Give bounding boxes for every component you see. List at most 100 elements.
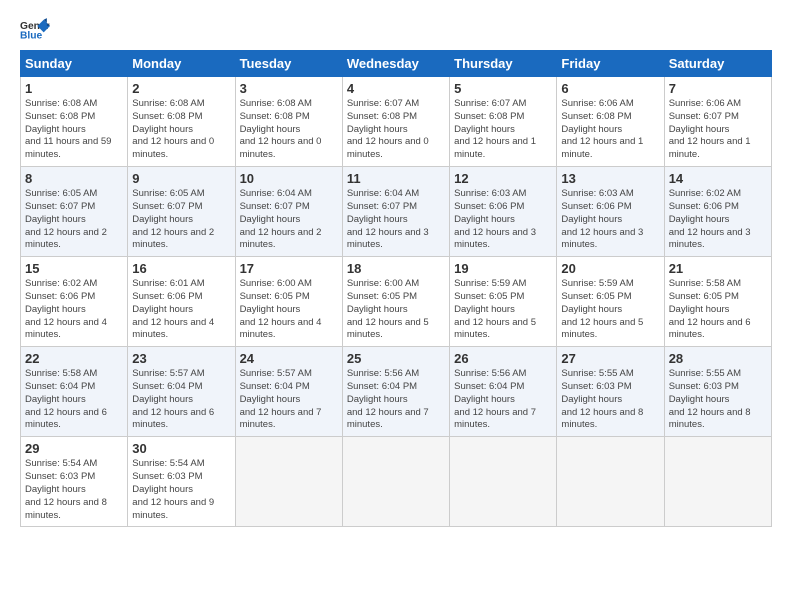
sunset-label: Sunset: 6:07 PM: [240, 201, 310, 212]
calendar-cell: 30 Sunrise: 5:54 AM Sunset: 6:03 PM Dayl…: [128, 437, 235, 527]
sunset-label: Sunset: 6:04 PM: [25, 381, 95, 392]
day-info: Sunrise: 5:54 AM Sunset: 6:03 PM Dayligh…: [132, 458, 230, 522]
day-info: Sunrise: 5:59 AM Sunset: 6:05 PM Dayligh…: [454, 278, 552, 342]
calendar-cell: 15 Sunrise: 6:02 AM Sunset: 6:06 PM Dayl…: [21, 257, 128, 347]
calendar-cell: 18 Sunrise: 6:00 AM Sunset: 6:05 PM Dayl…: [342, 257, 449, 347]
daylight-label: Daylight hours: [132, 214, 193, 225]
day-number: 8: [25, 171, 123, 186]
calendar-cell: 3 Sunrise: 6:08 AM Sunset: 6:08 PM Dayli…: [235, 77, 342, 167]
daylight-label: Daylight hours: [347, 394, 408, 405]
daylight-value: and 12 hours and 3 minutes.: [347, 227, 429, 251]
sunrise-label: Sunrise: 5:55 AM: [669, 368, 741, 379]
calendar-cell: 28 Sunrise: 5:55 AM Sunset: 6:03 PM Dayl…: [664, 347, 771, 437]
calendar-cell: 26 Sunrise: 5:56 AM Sunset: 6:04 PM Dayl…: [450, 347, 557, 437]
day-info: Sunrise: 5:57 AM Sunset: 6:04 PM Dayligh…: [240, 368, 338, 432]
sunset-label: Sunset: 6:06 PM: [561, 201, 631, 212]
sunset-label: Sunset: 6:04 PM: [240, 381, 310, 392]
daylight-label: Daylight hours: [25, 304, 86, 315]
daylight-value: and 12 hours and 5 minutes.: [347, 317, 429, 341]
day-info: Sunrise: 5:58 AM Sunset: 6:04 PM Dayligh…: [25, 368, 123, 432]
sunset-label: Sunset: 6:05 PM: [561, 291, 631, 302]
daylight-label: Daylight hours: [25, 484, 86, 495]
daylight-label: Daylight hours: [669, 304, 730, 315]
day-info: Sunrise: 5:55 AM Sunset: 6:03 PM Dayligh…: [669, 368, 767, 432]
calendar-cell: [557, 437, 664, 527]
sunset-label: Sunset: 6:08 PM: [25, 111, 95, 122]
day-number: 28: [669, 351, 767, 366]
sunset-label: Sunset: 6:08 PM: [561, 111, 631, 122]
sunset-label: Sunset: 6:07 PM: [669, 111, 739, 122]
calendar-cell: 27 Sunrise: 5:55 AM Sunset: 6:03 PM Dayl…: [557, 347, 664, 437]
daylight-value: and 12 hours and 1 minute.: [561, 136, 643, 160]
sunset-label: Sunset: 6:03 PM: [132, 471, 202, 482]
week-row-3: 15 Sunrise: 6:02 AM Sunset: 6:06 PM Dayl…: [21, 257, 772, 347]
sunrise-label: Sunrise: 6:06 AM: [561, 98, 633, 109]
day-number: 12: [454, 171, 552, 186]
calendar-cell: 1 Sunrise: 6:08 AM Sunset: 6:08 PM Dayli…: [21, 77, 128, 167]
sunrise-label: Sunrise: 6:04 AM: [240, 188, 312, 199]
day-info: Sunrise: 6:04 AM Sunset: 6:07 PM Dayligh…: [240, 188, 338, 252]
week-row-4: 22 Sunrise: 5:58 AM Sunset: 6:04 PM Dayl…: [21, 347, 772, 437]
sunset-label: Sunset: 6:07 PM: [347, 201, 417, 212]
weekday-header-tuesday: Tuesday: [235, 51, 342, 77]
calendar-cell: 29 Sunrise: 5:54 AM Sunset: 6:03 PM Dayl…: [21, 437, 128, 527]
sunrise-label: Sunrise: 6:05 AM: [25, 188, 97, 199]
sunset-label: Sunset: 6:08 PM: [347, 111, 417, 122]
calendar-cell: 11 Sunrise: 6:04 AM Sunset: 6:07 PM Dayl…: [342, 167, 449, 257]
day-number: 29: [25, 441, 123, 456]
daylight-label: Daylight hours: [240, 214, 301, 225]
calendar-cell: 10 Sunrise: 6:04 AM Sunset: 6:07 PM Dayl…: [235, 167, 342, 257]
daylight-label: Daylight hours: [347, 214, 408, 225]
day-info: Sunrise: 5:58 AM Sunset: 6:05 PM Dayligh…: [669, 278, 767, 342]
calendar-cell: 5 Sunrise: 6:07 AM Sunset: 6:08 PM Dayli…: [450, 77, 557, 167]
day-number: 3: [240, 81, 338, 96]
sunrise-label: Sunrise: 5:57 AM: [240, 368, 312, 379]
sunset-label: Sunset: 6:06 PM: [454, 201, 524, 212]
day-info: Sunrise: 6:03 AM Sunset: 6:06 PM Dayligh…: [454, 188, 552, 252]
daylight-label: Daylight hours: [132, 124, 193, 135]
sunrise-label: Sunrise: 6:08 AM: [240, 98, 312, 109]
daylight-value: and 12 hours and 3 minutes.: [669, 227, 751, 251]
daylight-value: and 12 hours and 7 minutes.: [454, 407, 536, 431]
day-info: Sunrise: 6:08 AM Sunset: 6:08 PM Dayligh…: [132, 98, 230, 162]
sunset-label: Sunset: 6:04 PM: [347, 381, 417, 392]
weekday-header-sunday: Sunday: [21, 51, 128, 77]
daylight-label: Daylight hours: [561, 304, 622, 315]
day-info: Sunrise: 6:08 AM Sunset: 6:08 PM Dayligh…: [240, 98, 338, 162]
header: General Blue: [20, 18, 772, 42]
day-number: 27: [561, 351, 659, 366]
day-number: 10: [240, 171, 338, 186]
daylight-value: and 12 hours and 3 minutes.: [454, 227, 536, 251]
day-info: Sunrise: 6:04 AM Sunset: 6:07 PM Dayligh…: [347, 188, 445, 252]
daylight-value: and 12 hours and 6 minutes.: [25, 407, 107, 431]
day-number: 1: [25, 81, 123, 96]
day-info: Sunrise: 5:59 AM Sunset: 6:05 PM Dayligh…: [561, 278, 659, 342]
calendar-cell: 4 Sunrise: 6:07 AM Sunset: 6:08 PM Dayli…: [342, 77, 449, 167]
daylight-label: Daylight hours: [669, 214, 730, 225]
daylight-value: and 12 hours and 0 minutes.: [132, 136, 214, 160]
daylight-value: and 12 hours and 2 minutes.: [132, 227, 214, 251]
sunrise-label: Sunrise: 5:54 AM: [25, 458, 97, 469]
sunset-label: Sunset: 6:06 PM: [132, 291, 202, 302]
daylight-value: and 12 hours and 8 minutes.: [669, 407, 751, 431]
sunrise-label: Sunrise: 6:08 AM: [25, 98, 97, 109]
daylight-label: Daylight hours: [561, 124, 622, 135]
day-info: Sunrise: 6:02 AM Sunset: 6:06 PM Dayligh…: [25, 278, 123, 342]
sunset-label: Sunset: 6:03 PM: [25, 471, 95, 482]
sunrise-label: Sunrise: 6:02 AM: [669, 188, 741, 199]
calendar-cell: 6 Sunrise: 6:06 AM Sunset: 6:08 PM Dayli…: [557, 77, 664, 167]
calendar-cell: 20 Sunrise: 5:59 AM Sunset: 6:05 PM Dayl…: [557, 257, 664, 347]
daylight-value: and 12 hours and 6 minutes.: [132, 407, 214, 431]
svg-text:Blue: Blue: [20, 31, 43, 42]
calendar-cell: 17 Sunrise: 6:00 AM Sunset: 6:05 PM Dayl…: [235, 257, 342, 347]
calendar-cell: 25 Sunrise: 5:56 AM Sunset: 6:04 PM Dayl…: [342, 347, 449, 437]
daylight-label: Daylight hours: [240, 124, 301, 135]
daylight-label: Daylight hours: [240, 304, 301, 315]
weekday-header-monday: Monday: [128, 51, 235, 77]
day-number: 22: [25, 351, 123, 366]
sunset-label: Sunset: 6:04 PM: [454, 381, 524, 392]
sunrise-label: Sunrise: 6:03 AM: [561, 188, 633, 199]
weekday-header-thursday: Thursday: [450, 51, 557, 77]
day-number: 20: [561, 261, 659, 276]
daylight-label: Daylight hours: [132, 304, 193, 315]
